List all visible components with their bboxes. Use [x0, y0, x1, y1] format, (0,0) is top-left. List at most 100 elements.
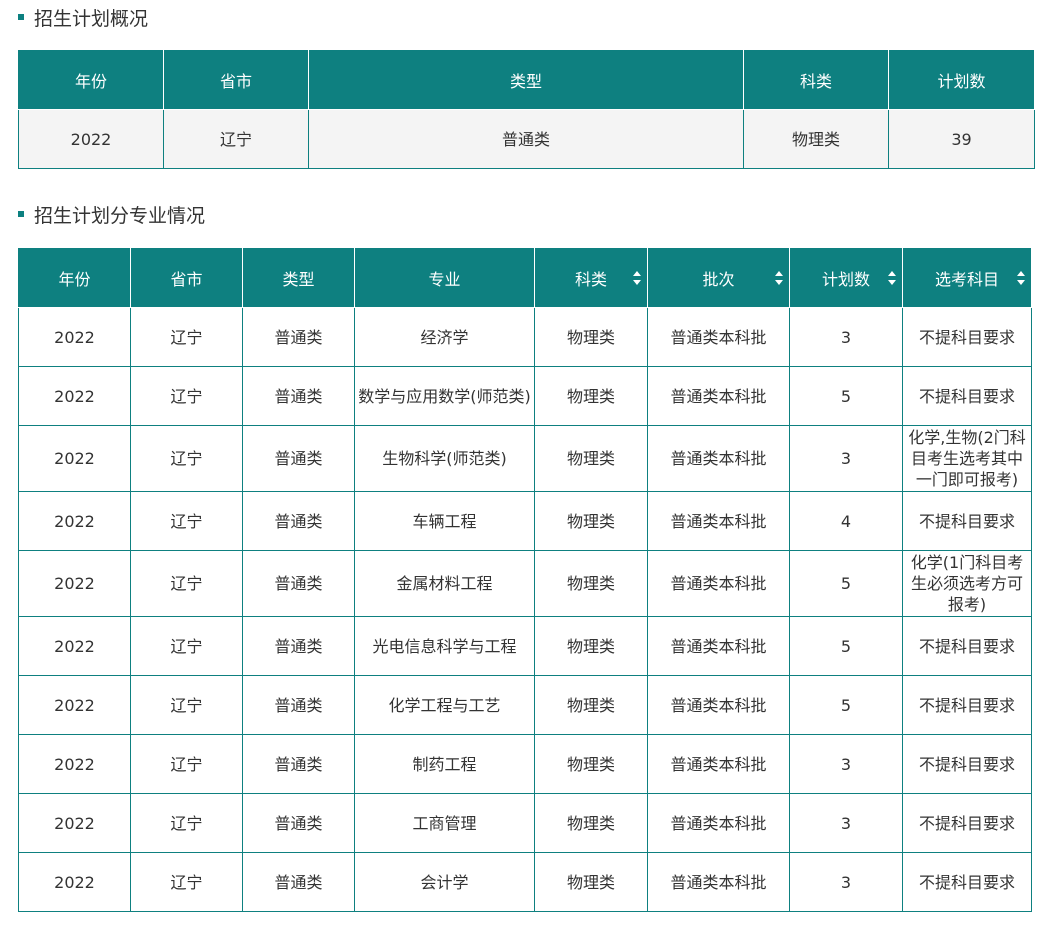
majors-cell-batch: 普通类本科批 — [647, 366, 790, 426]
majors-table: 年份 省市 类型 专业 科类 批次 计划数 选考科目 2022 辽宁 普通类 经济学物… — [18, 247, 1032, 912]
overview-row: 2022 辽宁 普通类 物理类 39 — [18, 109, 1035, 169]
majors-cell-subject: 物理类 — [534, 307, 648, 367]
majors-cell-type: 普通类 — [242, 307, 355, 367]
majors-cell-province: 辽宁 — [130, 616, 243, 676]
majors-header-batch[interactable]: 批次 — [647, 247, 790, 308]
majors-cell-province: 辽宁 — [130, 550, 243, 617]
majors-cell-batch: 普通类本科批 — [647, 734, 790, 794]
majors-cell-subject: 物理类 — [534, 675, 648, 735]
majors-cell-type: 普通类 — [242, 425, 355, 492]
table-row: 2022 辽宁 普通类 数学与应用数学(师范类) 物理类 普通类本科批 5 不提科目要求 — [18, 366, 1032, 426]
majors-cell-required: 不提科目要求 — [902, 491, 1032, 551]
majors-cell-major: 制药工程 — [354, 734, 535, 794]
majors-cell-major: 会计学 — [354, 852, 535, 912]
majors-cell-plan: 5 — [789, 366, 903, 426]
majors-cell-year: 2022 — [18, 550, 131, 617]
majors-header-required-label: 选考科目 — [934, 269, 999, 289]
table-row: 2022 辽宁 普通类 经济学 物理类 普通类本科批 3 不提科目要求 — [18, 307, 1032, 367]
overview-title: 招生计划概况 — [34, 7, 149, 30]
majors-header-province: 省市 — [130, 247, 243, 308]
majors-cell-type: 普通类 — [242, 366, 355, 426]
majors-cell-required: 不提科目要求 — [902, 366, 1032, 426]
overview-header-plan: 计划数 — [888, 49, 1035, 110]
majors-header-plan-label: 计划数 — [821, 269, 870, 289]
majors-cell-required: 不提科目要求 — [902, 675, 1032, 735]
table-row: 2022 辽宁 普通类 光电信息科学与工程 物理类 普通类本科批 5 不提科目要求 — [18, 616, 1032, 676]
majors-cell-subject: 物理类 — [534, 793, 648, 853]
overview-table: 年份 省市 类型 科类 计划数 2022 辽宁 普通类 物理类 39 — [18, 49, 1035, 169]
majors-cell-plan: 5 — [789, 675, 903, 735]
majors-cell-required: 不提科目要求 — [902, 852, 1032, 912]
majors-cell-required: 不提科目要求 — [902, 734, 1032, 794]
majors-cell-batch: 普通类本科批 — [647, 852, 790, 912]
majors-cell-type: 普通类 — [242, 616, 355, 676]
majors-header-subject[interactable]: 科类 — [534, 247, 648, 308]
majors-cell-province: 辽宁 — [130, 675, 243, 735]
majors-header-type: 类型 — [242, 247, 355, 308]
table-row: 2022 辽宁 普通类 化学工程与工艺 物理类 普通类本科批 5 不提科目要求 — [18, 675, 1032, 735]
majors-cell-province: 辽宁 — [130, 734, 243, 794]
sort-icon[interactable] — [775, 270, 783, 285]
majors-header-plan[interactable]: 计划数 — [789, 247, 903, 308]
majors-header-major: 专业 — [354, 247, 535, 308]
majors-cell-major: 光电信息科学与工程 — [354, 616, 535, 676]
majors-cell-required: 化学(1门科目考生必须选考方可报考) — [902, 550, 1032, 617]
overview-cell-province: 辽宁 — [163, 109, 309, 169]
majors-cell-year: 2022 — [18, 734, 131, 794]
majors-cell-subject: 物理类 — [534, 852, 648, 912]
table-row: 2022 辽宁 普通类 金属材料工程 物理类 普通类本科批 5 化学(1门科目考生必须选考方可… — [18, 550, 1032, 617]
majors-cell-major: 工商管理 — [354, 793, 535, 853]
section-title-overview: 招生计划概况 — [18, 2, 148, 32]
majors-cell-type: 普通类 — [242, 852, 355, 912]
bullet-icon — [18, 211, 24, 217]
sort-icon[interactable] — [633, 270, 641, 285]
majors-cell-major: 经济学 — [354, 307, 535, 367]
majors-cell-year: 2022 — [18, 307, 131, 367]
majors-header-required[interactable]: 选考科目 — [902, 247, 1032, 308]
majors-cell-type: 普通类 — [242, 793, 355, 853]
majors-cell-province: 辽宁 — [130, 852, 243, 912]
majors-cell-plan: 5 — [789, 550, 903, 617]
table-row: 2022 辽宁 普通类 制药工程 物理类 普通类本科批 3 不提科目要求 — [18, 734, 1032, 794]
majors-cell-subject: 物理类 — [534, 734, 648, 794]
majors-cell-required: 化学,生物(2门科目考生选考其中一门即可报考) — [902, 425, 1032, 492]
majors-cell-province: 辽宁 — [130, 366, 243, 426]
table-row: 2022 辽宁 普通类 工商管理 物理类 普通类本科批 3 不提科目要求 — [18, 793, 1032, 853]
majors-cell-batch: 普通类本科批 — [647, 425, 790, 492]
overview-header-year: 年份 — [18, 49, 164, 110]
majors-header-batch-label: 批次 — [702, 269, 735, 289]
majors-cell-year: 2022 — [18, 675, 131, 735]
majors-cell-plan: 3 — [789, 425, 903, 492]
sort-icon[interactable] — [1017, 270, 1025, 285]
overview-cell-subject: 物理类 — [743, 109, 889, 169]
majors-cell-batch: 普通类本科批 — [647, 675, 790, 735]
majors-cell-type: 普通类 — [242, 675, 355, 735]
overview-header-row: 年份 省市 类型 科类 计划数 — [18, 49, 1035, 110]
majors-cell-type: 普通类 — [242, 734, 355, 794]
majors-cell-subject: 物理类 — [534, 616, 648, 676]
majors-cell-plan: 3 — [789, 307, 903, 367]
overview-header-province: 省市 — [163, 49, 309, 110]
majors-cell-year: 2022 — [18, 425, 131, 492]
overview-cell-plan: 39 — [888, 109, 1035, 169]
sort-icon[interactable] — [888, 270, 896, 285]
majors-cell-type: 普通类 — [242, 491, 355, 551]
majors-cell-major: 生物科学(师范类) — [354, 425, 535, 492]
table-row: 2022 辽宁 普通类 会计学 物理类 普通类本科批 3 不提科目要求 — [18, 852, 1032, 912]
majors-header-year: 年份 — [18, 247, 131, 308]
majors-cell-major: 数学与应用数学(师范类) — [354, 366, 535, 426]
overview-header-subject: 科类 — [743, 49, 889, 110]
majors-cell-year: 2022 — [18, 852, 131, 912]
majors-cell-year: 2022 — [18, 793, 131, 853]
majors-cell-plan: 4 — [789, 491, 903, 551]
overview-header-type: 类型 — [308, 49, 744, 110]
majors-cell-plan: 3 — [789, 852, 903, 912]
majors-cell-plan: 3 — [789, 793, 903, 853]
majors-cell-subject: 物理类 — [534, 491, 648, 551]
majors-cell-subject: 物理类 — [534, 550, 648, 617]
majors-cell-type: 普通类 — [242, 550, 355, 617]
majors-cell-batch: 普通类本科批 — [647, 550, 790, 617]
majors-cell-province: 辽宁 — [130, 425, 243, 492]
majors-title: 招生计划分专业情况 — [34, 204, 206, 227]
majors-cell-major: 化学工程与工艺 — [354, 675, 535, 735]
